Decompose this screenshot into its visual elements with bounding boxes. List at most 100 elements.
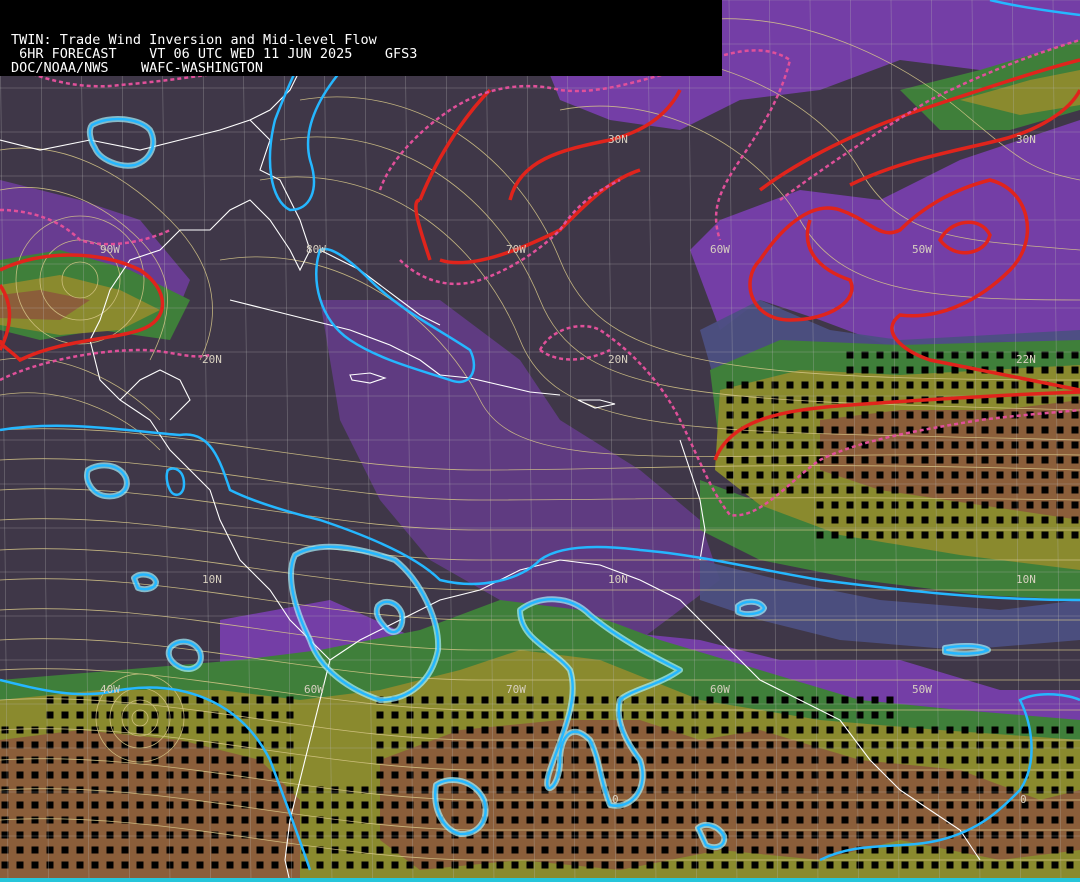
inversion-dot (691, 801, 699, 809)
inversion-dot (1026, 426, 1034, 434)
inversion-dot (921, 471, 929, 479)
inversion-dot (706, 771, 714, 779)
inversion-dot (736, 861, 744, 869)
inversion-dot (981, 471, 989, 479)
inversion-dot (151, 831, 159, 839)
inversion-dot (741, 471, 749, 479)
inversion-dot (601, 846, 609, 854)
inversion-dot (1051, 861, 1059, 869)
inversion-dot (841, 756, 849, 764)
inversion-dot (1056, 396, 1064, 404)
inversion-dot (1066, 726, 1074, 734)
inversion-dot (1021, 861, 1029, 869)
inversion-dot (766, 786, 774, 794)
inversion-dot (921, 486, 929, 494)
inversion-dot (846, 411, 854, 419)
inversion-dot (966, 531, 974, 539)
inversion-dot (766, 801, 774, 809)
inversion-dot (991, 756, 999, 764)
inversion-dot (61, 801, 69, 809)
inversion-dot (936, 411, 944, 419)
inversion-dot (891, 501, 899, 509)
inversion-dot (496, 756, 504, 764)
inversion-dot (46, 816, 54, 824)
inversion-dot (421, 711, 429, 719)
inversion-dot (646, 771, 654, 779)
inversion-dot (1026, 471, 1034, 479)
inversion-dot (861, 471, 869, 479)
inversion-dot (601, 816, 609, 824)
inversion-dot (741, 456, 749, 464)
inversion-dot (796, 726, 804, 734)
inversion-dot (1021, 726, 1029, 734)
inversion-dot (766, 771, 774, 779)
inversion-dot (1051, 771, 1059, 779)
inversion-dot (241, 786, 249, 794)
inversion-dot (436, 711, 444, 719)
inversion-dot (481, 831, 489, 839)
inversion-dot (1041, 531, 1049, 539)
inversion-dot (661, 741, 669, 749)
inversion-dot (661, 816, 669, 824)
inversion-dot (946, 786, 954, 794)
inversion-dot (421, 696, 429, 704)
inversion-dot (796, 846, 804, 854)
inversion-dot (541, 696, 549, 704)
inversion-dot (616, 831, 624, 839)
inversion-dot (811, 726, 819, 734)
inversion-dot (1036, 756, 1044, 764)
inversion-dot (951, 486, 959, 494)
inversion-dot (391, 741, 399, 749)
inversion-dot (861, 381, 869, 389)
inversion-dot (61, 741, 69, 749)
inversion-dot (316, 801, 324, 809)
inversion-dot (256, 771, 264, 779)
inversion-dot (1056, 366, 1064, 374)
inversion-dot (271, 801, 279, 809)
inversion-dot (886, 741, 894, 749)
inversion-dot (781, 771, 789, 779)
inversion-dot (661, 786, 669, 794)
inversion-dot (1036, 846, 1044, 854)
inversion-dot (346, 861, 354, 869)
inversion-dot (961, 771, 969, 779)
inversion-dot (796, 801, 804, 809)
inversion-dot (891, 381, 899, 389)
inversion-dot (996, 396, 1004, 404)
inversion-dot (771, 456, 779, 464)
inversion-dot (786, 381, 794, 389)
lat-label: 30N (608, 133, 628, 146)
inversion-dot (936, 531, 944, 539)
inversion-dot (151, 846, 159, 854)
inversion-dot (781, 861, 789, 869)
lat-label: 10N (202, 573, 222, 586)
inversion-dot (1056, 531, 1064, 539)
inversion-dot (871, 696, 879, 704)
inversion-dot (106, 846, 114, 854)
inversion-dot (1, 861, 9, 869)
inversion-dot (676, 831, 684, 839)
inversion-dot (31, 861, 39, 869)
inversion-dot (271, 816, 279, 824)
inversion-dot (796, 861, 804, 869)
inversion-dot (211, 726, 219, 734)
inversion-dot (61, 786, 69, 794)
inversion-dot (676, 711, 684, 719)
inversion-dot (436, 831, 444, 839)
inversion-dot (886, 786, 894, 794)
inversion-dot (676, 756, 684, 764)
inversion-dot (811, 756, 819, 764)
inversion-dot (816, 531, 824, 539)
inversion-dot (1041, 516, 1049, 524)
inversion-dot (691, 756, 699, 764)
inversion-dot (1066, 846, 1074, 854)
inversion-dot (856, 711, 864, 719)
inversion-dot (556, 801, 564, 809)
inversion-dot (946, 741, 954, 749)
inversion-dot (856, 861, 864, 869)
inversion-dot (286, 861, 294, 869)
inversion-dot (1011, 501, 1019, 509)
inversion-dot (946, 771, 954, 779)
inversion-dot (901, 861, 909, 869)
inversion-dot (466, 771, 474, 779)
